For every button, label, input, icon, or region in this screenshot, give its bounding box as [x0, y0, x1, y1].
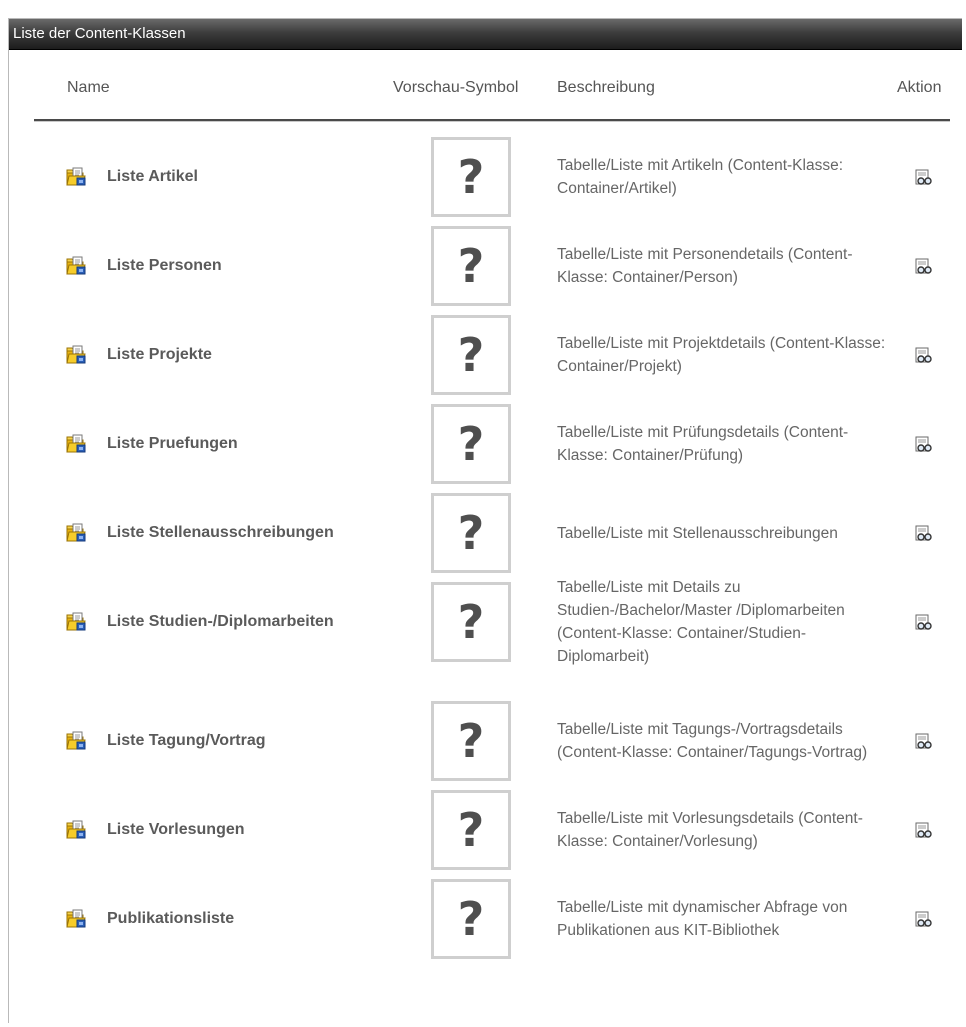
row-name-link[interactable]: Liste Pruefungen — [107, 435, 238, 453]
folder-with-document-icon[interactable] — [66, 523, 88, 543]
preview-glasses-icon[interactable] — [914, 258, 934, 276]
preview-symbol: ? — [431, 137, 511, 217]
table-row: Liste Pruefungen ? Tabelle/Liste mit Prü… — [9, 404, 962, 484]
table-row: Liste Studien-/Diplomarbeiten ? Tabelle/… — [9, 579, 962, 665]
panel-title: Liste der Content-Klassen — [9, 19, 962, 50]
preview-symbol: ? — [431, 879, 511, 959]
preview-glasses-icon[interactable] — [914, 436, 934, 454]
preview-symbol: ? — [431, 315, 511, 395]
preview-glasses-icon[interactable] — [914, 733, 934, 751]
folder-with-document-icon[interactable] — [66, 820, 88, 840]
preview-symbol: ? — [431, 226, 511, 306]
row-name-link[interactable]: Liste Studien-/Diplomarbeiten — [107, 613, 334, 631]
question-mark-icon: ? — [457, 714, 485, 768]
question-mark-icon: ? — [457, 239, 485, 293]
row-description: Tabelle/Liste mit Projektdetails (Conten… — [557, 335, 886, 375]
preview-glasses-icon[interactable] — [914, 614, 934, 632]
row-description: Tabelle/Liste mit Tagungs-/Vortragsdetai… — [557, 721, 868, 761]
question-mark-icon: ? — [457, 595, 485, 649]
row-name-link[interactable]: Publikationsliste — [107, 910, 234, 928]
question-mark-icon: ? — [457, 417, 485, 471]
column-header-name[interactable]: Name — [67, 79, 110, 97]
preview-glasses-icon[interactable] — [914, 822, 934, 840]
folder-with-document-icon[interactable] — [66, 167, 88, 187]
preview-glasses-icon[interactable] — [914, 347, 934, 365]
row-name-link[interactable]: Liste Stellenausschreibungen — [107, 524, 334, 542]
preview-glasses-icon[interactable] — [914, 169, 934, 187]
folder-with-document-icon[interactable] — [66, 434, 88, 454]
row-name-link[interactable]: Liste Vorlesungen — [107, 821, 245, 839]
header-divider — [34, 119, 950, 122]
table-row: Liste Personen ? Tabelle/Liste mit Perso… — [9, 226, 962, 306]
question-mark-icon: ? — [457, 803, 485, 857]
question-mark-icon: ? — [457, 506, 485, 560]
row-description: Tabelle/Liste mit Personendetails (Conte… — [557, 246, 853, 286]
table-row: Publikationsliste ? Tabelle/Liste mit dy… — [9, 879, 962, 959]
row-description: Tabelle/Liste mit Vorlesungsdetails (Con… — [557, 810, 863, 850]
row-description: Tabelle/Liste mit Artikeln (Content-Klas… — [557, 157, 844, 197]
table-row: Liste Tagung/Vortrag ? Tabelle/Liste mit… — [9, 701, 962, 781]
folder-with-document-icon[interactable] — [66, 345, 88, 365]
column-header-action: Aktion — [897, 79, 942, 96]
preview-symbol: ? — [431, 582, 511, 662]
row-description: Tabelle/Liste mit dynamischer Abfrage vo… — [557, 899, 848, 939]
folder-with-document-icon[interactable] — [66, 909, 88, 929]
table-row: Liste Projekte ? Tabelle/Liste mit Proje… — [9, 315, 962, 395]
preview-symbol: ? — [431, 493, 511, 573]
preview-glasses-icon[interactable] — [914, 911, 934, 929]
row-name-link[interactable]: Liste Tagung/Vortrag — [107, 732, 266, 750]
table-row: Liste Stellenausschreibungen ? Tabelle/L… — [9, 493, 962, 573]
row-description: Tabelle/Liste mit Prüfungsdetails (Conte… — [557, 424, 849, 464]
row-name-link[interactable]: Liste Personen — [107, 257, 222, 275]
column-header-description: Beschreibung — [557, 79, 655, 96]
question-mark-icon: ? — [457, 150, 485, 204]
table-row: Liste Artikel ? Tabelle/Liste mit Artike… — [9, 137, 962, 217]
preview-symbol: ? — [431, 790, 511, 870]
preview-symbol: ? — [431, 701, 511, 781]
table-header: Name Vorschau-Symbol Beschreibung Aktion — [9, 71, 962, 111]
column-header-preview: Vorschau-Symbol — [393, 79, 519, 96]
folder-with-document-icon[interactable] — [66, 256, 88, 276]
content-classes-panel: Liste der Content-Klassen Name Vorschau-… — [8, 18, 962, 1023]
question-mark-icon: ? — [457, 328, 485, 382]
folder-with-document-icon[interactable] — [66, 731, 88, 751]
preview-glasses-icon[interactable] — [914, 525, 934, 543]
question-mark-icon: ? — [457, 892, 485, 946]
folder-with-document-icon[interactable] — [66, 612, 88, 632]
preview-symbol: ? — [431, 404, 511, 484]
row-description: Tabelle/Liste mit Stellenausschreibungen — [557, 524, 838, 542]
row-name-link[interactable]: Liste Artikel — [107, 168, 198, 186]
row-description: Tabelle/Liste mit Details zu Studien-/Ba… — [557, 579, 845, 665]
row-name-link[interactable]: Liste Projekte — [107, 346, 212, 364]
table-row: Liste Vorlesungen ? Tabelle/Liste mit Vo… — [9, 790, 962, 870]
